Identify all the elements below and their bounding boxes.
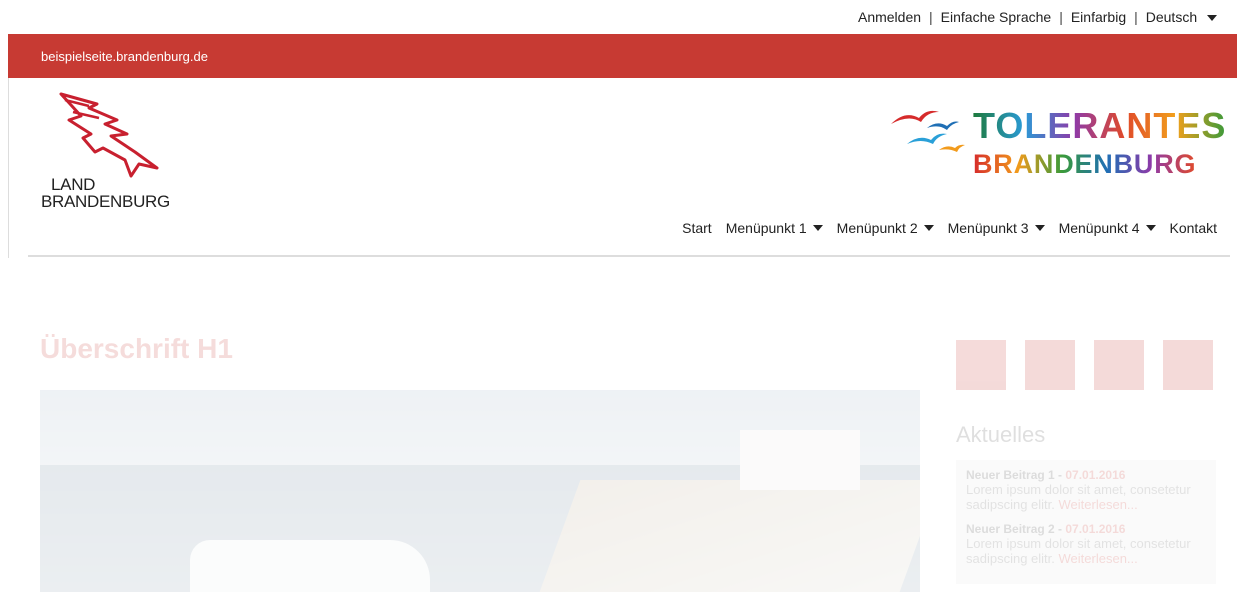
- hero-image: [40, 390, 920, 592]
- logo-text: LAND BRANDENBURG: [41, 176, 170, 210]
- site-header: LAND BRANDENBURG TOLERANTES BRANDENBURG …: [8, 78, 1237, 258]
- nav-item-menupunkt-2[interactable]: Menüpunkt 2: [837, 220, 934, 236]
- nav-item-kontakt[interactable]: Kontakt: [1170, 220, 1217, 236]
- youtube-icon[interactable]: [1163, 340, 1213, 390]
- nav-label: Menüpunkt 2: [836, 220, 918, 236]
- nav-label: Menüpunkt 1: [725, 220, 807, 236]
- chevron-down-icon: [923, 225, 934, 231]
- site-url[interactable]: beispielseite.brandenburg.de: [41, 49, 208, 64]
- logo-line-land: LAND: [51, 175, 96, 194]
- nav-label: Menüpunkt 4: [1058, 220, 1140, 236]
- site-url-bar: beispielseite.brandenburg.de: [8, 34, 1237, 78]
- nav-label: Start: [682, 220, 712, 236]
- hero-building: [740, 430, 860, 490]
- twitter-icon[interactable]: [956, 340, 1006, 390]
- header-divider: [28, 255, 1230, 257]
- nav-label: Menüpunkt 3: [947, 220, 1029, 236]
- logo-brandenburg: BRANDENBURG: [973, 150, 1196, 178]
- news-title: Neuer Beitrag 1: [966, 468, 1055, 482]
- nav-item-menupunkt-4[interactable]: Menüpunkt 4: [1059, 220, 1156, 236]
- tolerantes-brandenburg-logo[interactable]: TOLERANTES BRANDENBURG: [887, 104, 1225, 184]
- language-label: Deutsch: [1145, 9, 1198, 25]
- land-brandenburg-logo[interactable]: LAND BRANDENBURG: [39, 90, 199, 210]
- logo-line-brandenburg: BRANDENBURG: [41, 192, 170, 211]
- news-date: 07.01.2016: [1065, 522, 1126, 536]
- list-item: Neuer Beitrag 1 - 07.01.2016 Lorem ipsum…: [966, 468, 1206, 512]
- list-item: Neuer Beitrag 2 - 07.01.2016 Lorem ipsum…: [966, 522, 1206, 566]
- news-date: 07.01.2016: [1065, 468, 1126, 482]
- logo-tolerantes: TOLERANTES: [973, 108, 1226, 144]
- read-more-link[interactable]: Weiterlesen...: [1059, 497, 1138, 512]
- logo-line-tolerantes: TOLERANTES: [973, 105, 1227, 146]
- chevron-down-icon: [1145, 225, 1156, 231]
- news-list: Neuer Beitrag 1 - 07.01.2016 Lorem ipsum…: [956, 460, 1216, 584]
- nav-item-start[interactable]: Start: [682, 220, 712, 236]
- language-selector[interactable]: Deutsch: [1146, 9, 1217, 25]
- easy-language-link[interactable]: Einfache Sprache: [941, 9, 1052, 25]
- facebook-icon[interactable]: [1025, 340, 1075, 390]
- red-eagle-icon: [59, 92, 159, 178]
- monochrome-link[interactable]: Einfarbig: [1071, 9, 1126, 25]
- utility-bar: Anmelden | Einfache Sprache | Einfarbig …: [858, 0, 1217, 34]
- separator: |: [929, 9, 933, 25]
- hero-sandbags: [539, 480, 920, 592]
- read-more-link[interactable]: Weiterlesen...: [1059, 551, 1138, 566]
- instagram-icon[interactable]: [1094, 340, 1144, 390]
- separator: |: [1134, 9, 1138, 25]
- news-heading: Neuer Beitrag 2 - 07.01.2016: [966, 522, 1126, 536]
- birds-icon: [891, 110, 965, 152]
- page-title: Überschrift H1: [40, 333, 233, 364]
- main-navigation: Start Menüpunkt 1 Menüpunkt 2 Menüpunkt …: [668, 220, 1217, 236]
- nav-label: Kontakt: [1169, 220, 1217, 236]
- news-title: Neuer Beitrag 2: [966, 522, 1055, 536]
- news-heading: Neuer Beitrag 1 - 07.01.2016: [966, 468, 1126, 482]
- nav-item-menupunkt-3[interactable]: Menüpunkt 3: [948, 220, 1045, 236]
- social-icons: [956, 340, 1232, 390]
- sidebar-title: Aktuelles: [956, 422, 1046, 447]
- news-body: Lorem ipsum dolor sit amet, consetetur s…: [966, 536, 1206, 566]
- separator: |: [1059, 9, 1063, 25]
- chevron-down-icon: [1034, 225, 1045, 231]
- login-link[interactable]: Anmelden: [858, 9, 921, 25]
- hero-boat: [190, 540, 430, 592]
- chevron-down-icon: [812, 225, 823, 231]
- chevron-down-icon: [1207, 15, 1217, 22]
- news-body: Lorem ipsum dolor sit amet, consetetur s…: [966, 482, 1206, 512]
- logo-line-brandenburg-right: BRANDENBURG: [973, 149, 1197, 179]
- nav-item-menupunkt-1[interactable]: Menüpunkt 1: [726, 220, 823, 236]
